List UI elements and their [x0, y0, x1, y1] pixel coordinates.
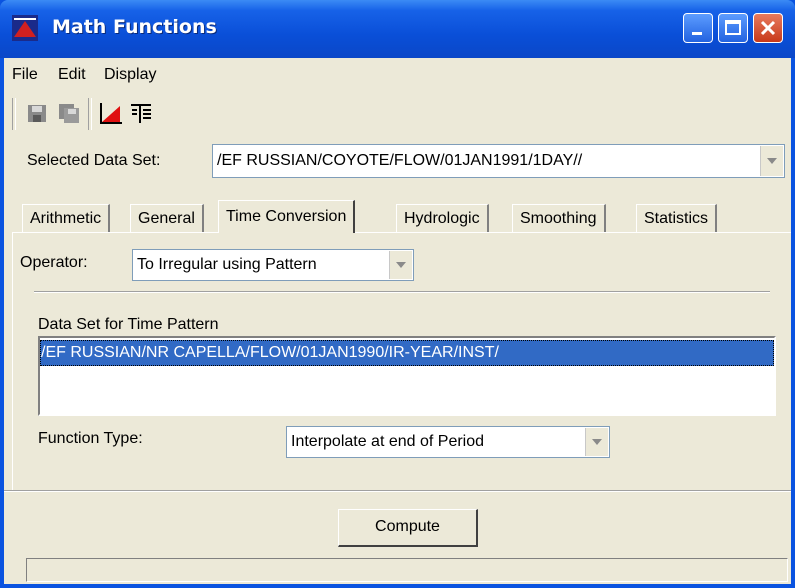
operator-dropdown-arrow[interactable]: [389, 251, 412, 279]
plot-icon[interactable]: [98, 100, 124, 126]
selected-data-set-value: /EF RUSSIAN/COYOTE/FLOW/01JAN1991/1DAY//: [217, 152, 583, 169]
function-type-label: Function Type:: [38, 430, 143, 447]
chevron-down-icon: [592, 439, 602, 445]
toolbar-grip: [12, 98, 16, 130]
list-item[interactable]: /EF RUSSIAN/NR CAPELLA/FLOW/01JAN1990/IR…: [40, 340, 774, 366]
title-bar[interactable]: Math Functions: [0, 0, 795, 58]
menu-edit[interactable]: Edit: [58, 66, 86, 84]
function-type-value: Interpolate at end of Period: [291, 433, 485, 450]
menu-file[interactable]: File: [12, 66, 38, 84]
operator-value: To Irregular using Pattern: [137, 256, 317, 273]
maximize-icon: [725, 20, 741, 35]
chevron-down-icon: [396, 262, 406, 268]
function-type-dropdown[interactable]: Interpolate at end of Period: [286, 426, 610, 458]
menu-display[interactable]: Display: [104, 66, 156, 84]
tab-arithmetic[interactable]: Arithmetic: [22, 204, 111, 232]
compute-button[interactable]: Compute: [338, 509, 478, 547]
selected-data-set-label: Selected Data Set:: [27, 152, 161, 169]
tabulate-icon[interactable]: [128, 100, 154, 126]
operator-dropdown[interactable]: To Irregular using Pattern: [132, 249, 414, 281]
maximize-button[interactable]: [718, 13, 748, 43]
close-icon: [760, 20, 776, 36]
math-functions-window: Math Functions File Edit Display Selecte…: [0, 0, 795, 588]
minimize-button[interactable]: [683, 13, 713, 43]
time-pattern-list[interactable]: /EF RUSSIAN/NR CAPELLA/FLOW/01JAN1990/IR…: [38, 336, 776, 416]
panel-bottom-divider: [4, 490, 791, 492]
minimize-icon: [692, 32, 702, 35]
selected-data-set-dropdown[interactable]: /EF RUSSIAN/COYOTE/FLOW/01JAN1991/1DAY//: [212, 144, 785, 178]
divider: [34, 291, 770, 293]
app-icon: [12, 15, 38, 41]
status-bar: [26, 558, 788, 582]
time-pattern-label: Data Set for Time Pattern: [38, 316, 219, 333]
save-icon[interactable]: [24, 100, 50, 126]
tab-hydrologic[interactable]: Hydrologic: [396, 204, 489, 232]
dropdown-arrow[interactable]: [760, 146, 783, 176]
save-as-icon[interactable]: [56, 100, 82, 126]
operator-label: Operator:: [20, 254, 88, 271]
window-title: Math Functions: [52, 16, 217, 38]
toolbar: [4, 94, 791, 134]
tab-time-conversion[interactable]: Time Conversion: [218, 200, 356, 233]
function-type-dropdown-arrow[interactable]: [585, 428, 608, 456]
chevron-down-icon: [767, 158, 777, 164]
tab-statistics[interactable]: Statistics: [636, 204, 718, 232]
tab-general[interactable]: General: [130, 204, 204, 232]
menu-bar: File Edit Display: [4, 58, 791, 92]
toolbar-separator: [88, 98, 92, 130]
close-button[interactable]: [753, 13, 783, 43]
window-client-area: File Edit Display Selected Data Set: /EF…: [4, 58, 791, 584]
tab-smoothing[interactable]: Smoothing: [512, 204, 606, 232]
